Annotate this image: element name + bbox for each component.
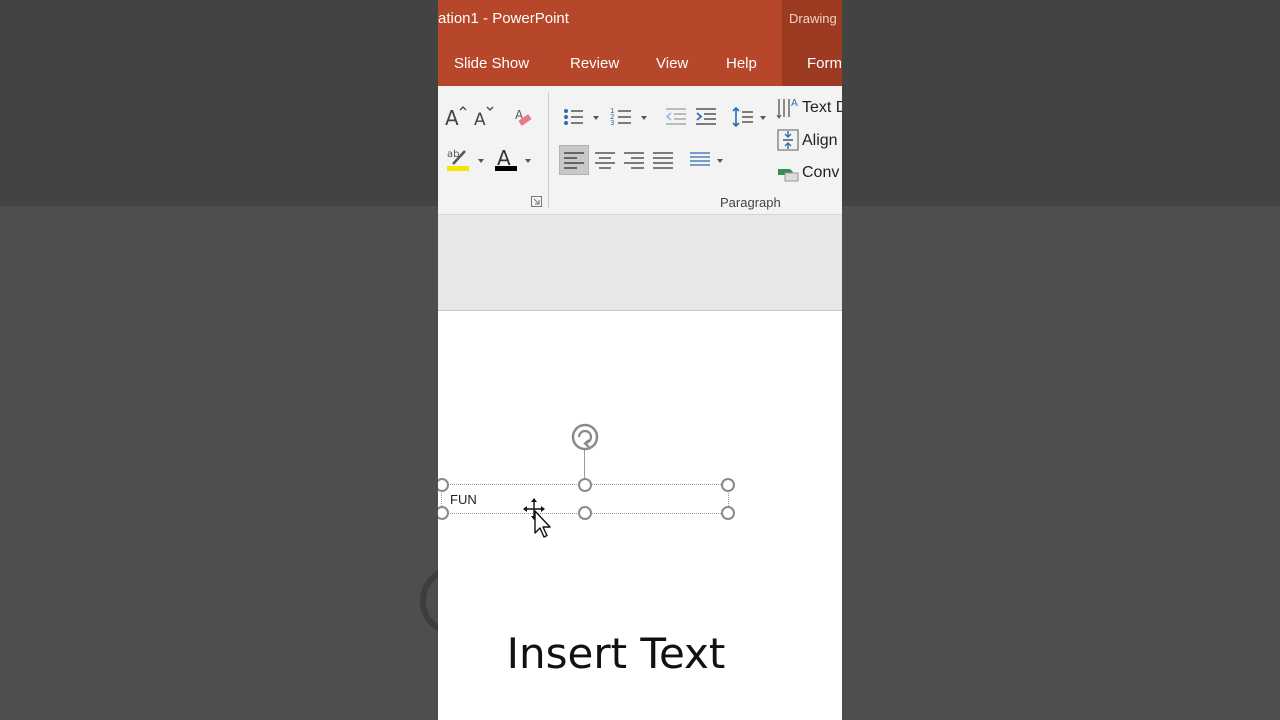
align-center-button[interactable] [590, 145, 620, 175]
drawing-tools-header: Drawing [782, 0, 842, 40]
font-color-dropdown-arrow[interactable] [525, 159, 531, 163]
decrease-font-size-button[interactable]: A [471, 104, 497, 130]
columns-button[interactable] [686, 145, 714, 175]
highlighter-icon: ab [447, 149, 469, 171]
svg-text:A: A [445, 106, 459, 129]
slide-canvas[interactable]: FUN Insert Text [438, 311, 842, 720]
resize-handle-top-right[interactable] [721, 478, 735, 492]
align-right-icon [624, 152, 644, 169]
tab-format[interactable]: Form [807, 55, 842, 72]
svg-text:A: A [474, 110, 486, 129]
move-cursor-icon [523, 498, 551, 538]
smartart-icon [778, 169, 799, 182]
bullets-icon [564, 109, 583, 125]
convert-to-smartart-button[interactable] [776, 160, 800, 186]
align-text-icon [777, 129, 799, 151]
increase-indent-button[interactable] [693, 104, 719, 130]
bullets-dropdown-arrow[interactable] [593, 116, 599, 120]
title-bar: ation1 - PowerPoint Drawing [438, 0, 842, 40]
video-caption: Insert Text [506, 629, 726, 678]
tab-slide-show[interactable]: Slide Show [454, 55, 529, 72]
app-window: ation1 - PowerPoint Drawing Slide Show R… [438, 0, 842, 720]
columns-dropdown-arrow[interactable] [717, 159, 723, 163]
increase-font-icon: A [445, 106, 467, 129]
svg-text:A: A [791, 98, 798, 109]
tab-review[interactable]: Review [570, 55, 619, 72]
group-separator [548, 92, 549, 208]
svg-text:3: 3 [610, 119, 614, 127]
convert-label[interactable]: Conv [802, 164, 839, 182]
font-color-button[interactable]: A [492, 146, 522, 174]
tab-view[interactable]: View [656, 55, 688, 72]
eraser-icon: A [515, 108, 532, 126]
decrease-font-icon: A [474, 106, 494, 129]
align-text-label[interactable]: Align [802, 132, 838, 150]
paragraph-group-label: Paragraph [720, 195, 781, 210]
text-direction-button[interactable]: A [776, 94, 800, 120]
align-text-button[interactable] [776, 127, 800, 153]
align-right-button[interactable] [619, 145, 649, 175]
line-spacing-dropdown-arrow[interactable] [760, 116, 766, 120]
font-dialog-launcher-icon[interactable] [531, 196, 542, 207]
ribbon-tabs: Slide Show Review View Help Form [438, 40, 842, 86]
line-spacing-icon [732, 106, 753, 128]
decrease-indent-icon [665, 108, 686, 125]
increase-indent-icon [696, 108, 716, 125]
slide-workspace [438, 215, 842, 311]
numbering-icon: 123 [610, 107, 631, 127]
resize-handle-top-center[interactable] [578, 478, 592, 492]
ribbon: A A A ab A 123 A Text D Align Conv Parag… [438, 86, 842, 215]
rotation-handle[interactable] [570, 422, 600, 452]
bullets-button[interactable] [560, 104, 586, 130]
resize-handle-bottom-left[interactable] [438, 506, 449, 520]
align-left-button[interactable] [559, 145, 589, 175]
resize-handle-bottom-center[interactable] [578, 506, 592, 520]
resize-handle-bottom-right[interactable] [721, 506, 735, 520]
font-color-icon: A [495, 146, 517, 171]
text-direction-icon: A [776, 98, 798, 119]
columns-icon [690, 152, 710, 166]
clear-formatting-button[interactable]: A [510, 104, 536, 130]
highlight-dropdown-arrow[interactable] [478, 159, 484, 163]
line-spacing-button[interactable] [730, 104, 756, 130]
tab-help[interactable]: Help [726, 55, 757, 72]
window-title: ation1 - PowerPoint [438, 10, 569, 27]
text-direction-label[interactable]: Text D [802, 99, 842, 117]
rotate-icon [571, 423, 599, 451]
align-left-icon [564, 152, 584, 169]
decrease-indent-button[interactable] [663, 104, 689, 130]
text-box-content[interactable]: FUN [450, 492, 477, 507]
justify-icon [653, 152, 673, 169]
increase-font-size-button[interactable]: A [442, 104, 468, 130]
align-center-icon [595, 152, 615, 169]
justify-button[interactable] [648, 145, 678, 175]
numbering-button[interactable]: 123 [608, 104, 634, 130]
text-highlight-color-button[interactable]: ab [444, 146, 474, 174]
numbering-dropdown-arrow[interactable] [641, 116, 647, 120]
